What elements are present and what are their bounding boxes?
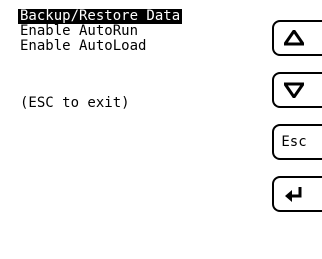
menu-item-enable-autoload[interactable]: Enable AutoLoad [18, 39, 148, 54]
exit-hint: (ESC to exit) [20, 95, 130, 111]
menu-item-backup-restore[interactable]: Backup/Restore Data [18, 9, 183, 24]
arrow-up-icon [284, 30, 304, 46]
down-button[interactable] [272, 72, 322, 108]
enter-return-icon [284, 185, 304, 203]
enter-button[interactable] [272, 176, 322, 212]
esc-button[interactable]: Esc [272, 124, 322, 160]
menu-item-enable-autorun[interactable]: Enable AutoRun [18, 24, 140, 39]
lcd-screen: Backup/Restore Data Enable AutoRun Enabl… [0, 0, 322, 259]
arrow-down-icon [284, 82, 304, 98]
up-button[interactable] [272, 20, 322, 56]
esc-button-label: Esc [281, 134, 307, 150]
menu-list: Backup/Restore Data Enable AutoRun Enabl… [18, 9, 258, 54]
